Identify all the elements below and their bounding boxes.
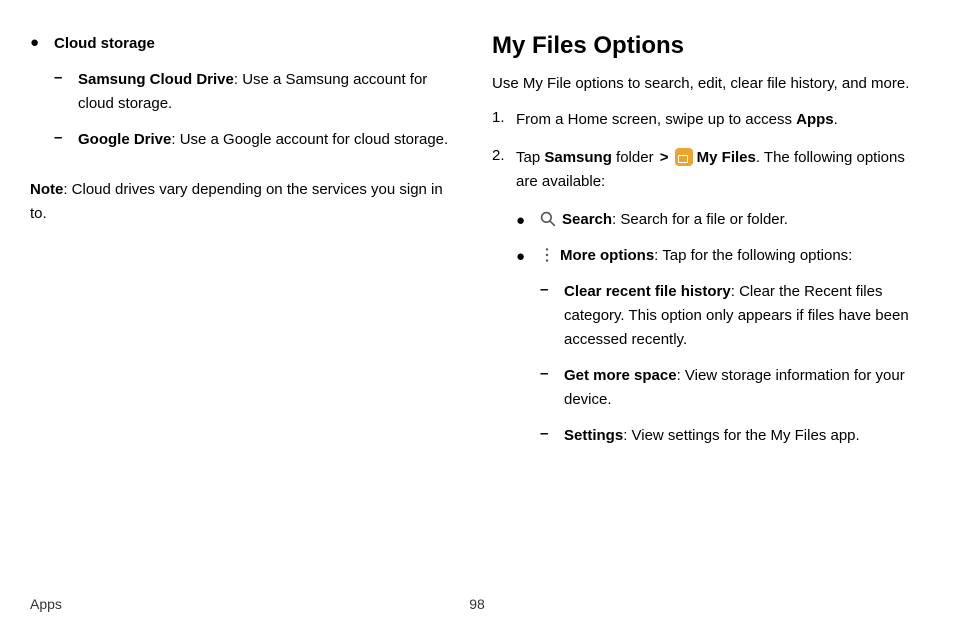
more-options-icon: [540, 247, 554, 263]
footer-section-label: Apps: [30, 596, 62, 612]
dash-mark: –: [540, 364, 564, 412]
page-footer: Apps 98: [30, 596, 924, 612]
intro-paragraph: Use My File options to search, edit, cle…: [492, 72, 924, 96]
get-more-space-item: – Get more space: View storage informati…: [540, 364, 924, 412]
step-2: 2. Tap Samsung folder > My Files. The fo…: [492, 146, 924, 194]
google-drive-item: – Google Drive: Use a Google account for…: [54, 128, 462, 152]
dash-mark: –: [54, 68, 78, 116]
settings-rest: : View settings for the My Files app.: [623, 427, 860, 444]
note-bold: Note: [30, 181, 63, 198]
step2-tap: Tap: [516, 149, 544, 166]
my-files-icon: [675, 148, 693, 166]
note-paragraph: Note: Cloud drives vary depending on the…: [30, 178, 462, 226]
bullet-dot: ●: [30, 32, 54, 164]
chevron-icon: >: [660, 149, 669, 166]
more-rest: : Tap for the following options:: [654, 247, 852, 264]
clear-history-item: – Clear recent file history: Clear the R…: [540, 280, 924, 352]
clear-history-bold: Clear recent file history: [564, 283, 731, 300]
step2-samsung: Samsung: [544, 149, 612, 166]
search-option: ● Search: Search for a file or folder.: [516, 208, 924, 232]
left-column: ● Cloud storage – Samsung Cloud Drive: U…: [30, 32, 462, 460]
search-rest: : Search for a file or folder.: [612, 211, 788, 228]
step2-folder: folder: [612, 149, 658, 166]
settings-bold: Settings: [564, 427, 623, 444]
google-drive-rest: : Use a Google account for cloud storage…: [171, 131, 448, 148]
dash-mark: –: [54, 128, 78, 152]
number-1: 1.: [492, 108, 516, 132]
dash-mark: –: [540, 280, 564, 352]
settings-item: – Settings: View settings for the My Fil…: [540, 424, 924, 448]
step1-prefix: From a Home screen, swipe up to access: [516, 111, 796, 128]
bullet-dot: ●: [516, 208, 540, 232]
footer-page-number: 98: [469, 596, 485, 612]
samsung-cloud-item: – Samsung Cloud Drive: Use a Samsung acc…: [54, 68, 462, 116]
number-2: 2.: [492, 146, 516, 194]
get-space-bold: Get more space: [564, 367, 677, 384]
more-options-option: ● More options: Tap for the following op…: [516, 244, 924, 268]
step2-myfiles: My Files: [697, 149, 756, 166]
more-bold: More options: [560, 247, 654, 264]
dash-mark: –: [540, 424, 564, 448]
note-rest: : Cloud drives vary depending on the ser…: [30, 181, 443, 222]
cloud-storage-bullet: ● Cloud storage – Samsung Cloud Drive: U…: [30, 32, 462, 164]
google-drive-bold: Google Drive: [78, 131, 171, 148]
step1-bold: Apps: [796, 111, 834, 128]
samsung-cloud-bold: Samsung Cloud Drive: [78, 71, 234, 88]
cloud-storage-heading: Cloud storage: [54, 35, 155, 52]
step-1: 1. From a Home screen, swipe up to acces…: [492, 108, 924, 132]
step1-suffix: .: [834, 111, 838, 128]
bullet-dot: ●: [516, 244, 540, 268]
search-icon: [540, 211, 556, 227]
section-heading: My Files Options: [492, 32, 924, 60]
right-column: My Files Options Use My File options to …: [492, 32, 924, 460]
search-bold: Search: [562, 211, 612, 228]
